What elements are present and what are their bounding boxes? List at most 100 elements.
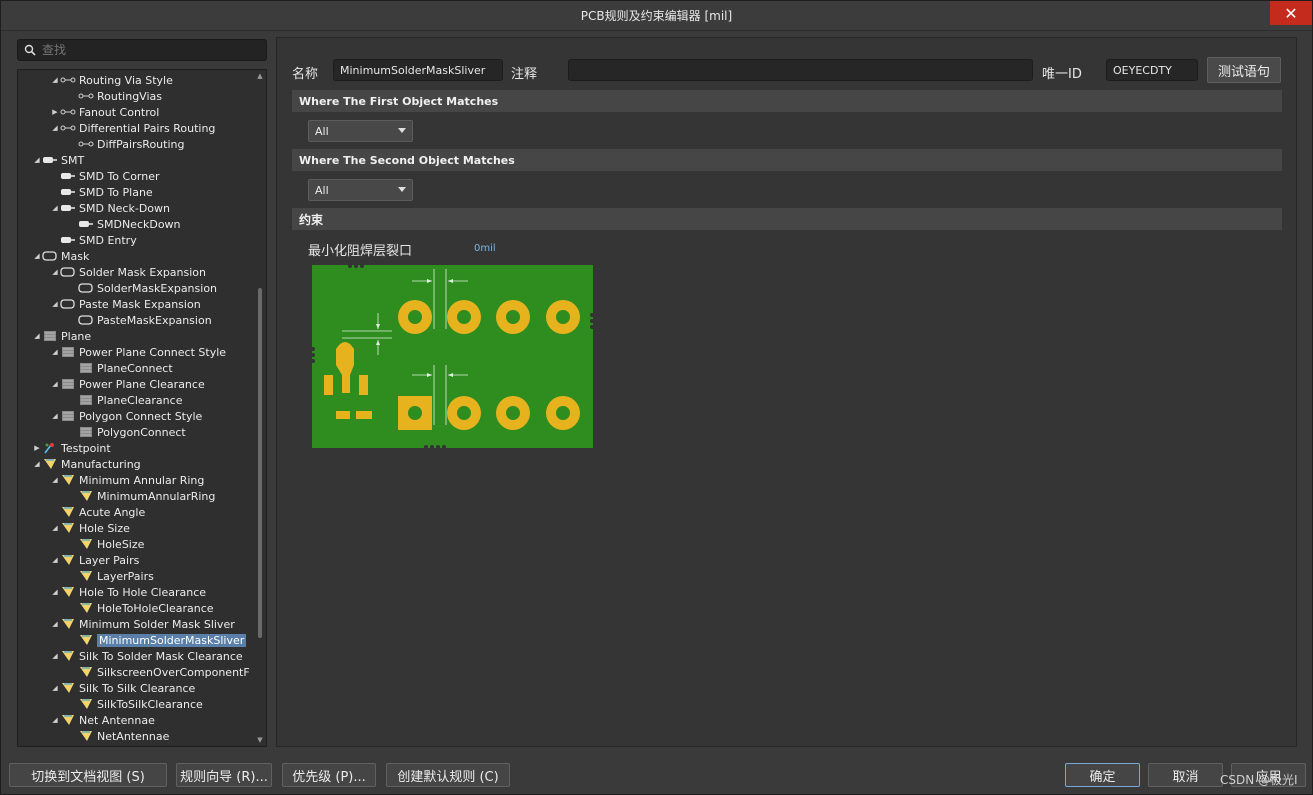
tree-item[interactable]: MinimumSolderMaskSliver bbox=[68, 632, 247, 648]
tree-item[interactable]: SolderMaskExpansion bbox=[68, 280, 217, 296]
tree-item[interactable]: ◢ Polygon Connect Style bbox=[50, 408, 202, 424]
tree-item[interactable]: ◢ Differential Pairs Routing bbox=[50, 120, 215, 136]
tree-item[interactable]: ◢ Power Plane Connect Style bbox=[50, 344, 226, 360]
collapse-arrow-icon[interactable]: ◢ bbox=[50, 124, 60, 132]
constraints-header: 约束 bbox=[292, 208, 1282, 230]
tree-item[interactable]: ◢ Minimum Solder Mask Sliver bbox=[50, 616, 234, 632]
collapse-arrow-icon[interactable]: ◢ bbox=[50, 412, 60, 420]
collapse-arrow-icon[interactable]: ◢ bbox=[32, 332, 42, 340]
collapse-arrow-icon[interactable]: ◢ bbox=[50, 652, 60, 660]
tree-item[interactable]: ◢ Mask bbox=[32, 248, 89, 264]
tree-item-label: PolygonConnect bbox=[97, 425, 186, 439]
close-button[interactable]: ✕ bbox=[1270, 1, 1312, 25]
ok-button[interactable]: 确定 bbox=[1065, 763, 1140, 787]
tree-item[interactable]: SilkToSilkClearance bbox=[68, 696, 203, 712]
constraint-value[interactable]: 0mil bbox=[474, 243, 496, 254]
collapse-arrow-icon[interactable]: ◢ bbox=[50, 268, 60, 276]
tree-item[interactable]: ◢ Silk To Silk Clearance bbox=[50, 680, 195, 696]
tree-item[interactable]: ◢ Manufacturing bbox=[32, 456, 141, 472]
tree-item[interactable]: NetAntennae bbox=[68, 728, 169, 744]
search-input[interactable] bbox=[42, 43, 242, 57]
tree-item-label: MinimumSolderMaskSliver bbox=[97, 633, 247, 647]
tree-item[interactable]: SilkscreenOverComponentF bbox=[68, 664, 250, 680]
scroll-down-icon[interactable]: ▼ bbox=[256, 736, 264, 744]
rule-wizard-button[interactable]: 规则向导 (R)... bbox=[176, 763, 272, 787]
tree-item[interactable]: LayerPairs bbox=[68, 568, 154, 584]
tree-item[interactable]: ◢ SMT bbox=[32, 152, 84, 168]
tree-item[interactable]: HoleToHoleClearance bbox=[68, 600, 214, 616]
manufacturing-icon bbox=[60, 522, 76, 534]
tree-item[interactable]: ◢ Paste Mask Expansion bbox=[50, 296, 200, 312]
search-box[interactable] bbox=[17, 39, 267, 61]
tree-item[interactable]: ▶ Fanout Control bbox=[50, 104, 159, 120]
create-default-rules-button[interactable]: 创建默认规则 (C) bbox=[386, 763, 510, 787]
collapse-arrow-icon[interactable]: ◢ bbox=[50, 620, 60, 628]
switch-document-view-button[interactable]: 切换到文档视图 (S) bbox=[9, 763, 167, 787]
expand-arrow-icon[interactable]: ▶ bbox=[50, 108, 60, 116]
tree-item[interactable]: SMDNeckDown bbox=[68, 216, 181, 232]
collapse-arrow-icon[interactable]: ◢ bbox=[50, 524, 60, 532]
collapse-arrow-icon[interactable]: ◢ bbox=[50, 716, 60, 724]
comment-input[interactable] bbox=[568, 59, 1033, 81]
collapse-arrow-icon[interactable]: ◢ bbox=[32, 252, 42, 260]
collapse-arrow-icon[interactable]: ◢ bbox=[50, 588, 60, 596]
second-match-dropdown[interactable]: All bbox=[308, 179, 413, 201]
tree-item[interactable]: ◢ Layer Pairs bbox=[50, 552, 139, 568]
collapse-arrow-icon[interactable]: ◢ bbox=[32, 156, 42, 164]
collapse-arrow-icon[interactable]: ◢ bbox=[50, 300, 60, 308]
tree-item[interactable]: ◢ Hole To Hole Clearance bbox=[50, 584, 206, 600]
tree-item[interactable]: PolygonConnect bbox=[68, 424, 186, 440]
tree-item[interactable]: ◢ Net Antennae bbox=[50, 712, 155, 728]
tree-item[interactable]: ◢ Plane bbox=[32, 328, 91, 344]
tree-item[interactable]: PasteMaskExpansion bbox=[68, 312, 212, 328]
collapse-arrow-icon[interactable]: ◢ bbox=[32, 460, 42, 468]
expand-arrow-icon[interactable]: ▶ bbox=[32, 444, 42, 452]
rules-tree[interactable]: ▲ ▼ ◢ Routing Via Style RoutingVias ▶ Fanout… bbox=[17, 69, 267, 747]
tree-item[interactable]: PlaneConnect bbox=[68, 360, 173, 376]
plane-icon bbox=[78, 362, 94, 374]
tree-item[interactable]: SMD Entry bbox=[50, 232, 137, 248]
tree-item[interactable]: ◢ Solder Mask Expansion bbox=[50, 264, 206, 280]
tree-item[interactable]: PlaneClearance bbox=[68, 392, 182, 408]
tree-item[interactable]: RoutingVias bbox=[68, 88, 162, 104]
tree-item[interactable]: ◢ SMD Neck-Down bbox=[50, 200, 170, 216]
first-match-value: All bbox=[315, 124, 329, 138]
smt-icon bbox=[42, 154, 58, 166]
tree-item[interactable]: DiffPairsRouting bbox=[68, 136, 184, 152]
cancel-button[interactable]: 取消 bbox=[1148, 763, 1223, 787]
scroll-up-icon[interactable]: ▲ bbox=[256, 72, 264, 80]
tree-item[interactable]: ◢ Hole Size bbox=[50, 520, 130, 536]
first-match-dropdown[interactable]: All bbox=[308, 120, 413, 142]
collapse-arrow-icon[interactable]: ◢ bbox=[50, 76, 60, 84]
tree-item[interactable]: MinimumAnnularRing bbox=[68, 488, 215, 504]
collapse-arrow-icon[interactable]: ◢ bbox=[50, 556, 60, 564]
test-query-button[interactable]: 测试语句 bbox=[1207, 57, 1281, 83]
collapse-arrow-icon[interactable]: ◢ bbox=[50, 348, 60, 356]
scroll-thumb[interactable] bbox=[258, 288, 262, 638]
tree-scrollbar[interactable]: ▲ ▼ bbox=[256, 72, 264, 744]
tree-item-label: Manufacturing bbox=[61, 457, 141, 471]
plane-icon bbox=[60, 378, 76, 390]
collapse-arrow-icon[interactable]: ◢ bbox=[50, 476, 60, 484]
tree-item[interactable]: ◢ Power Plane Clearance bbox=[50, 376, 205, 392]
uid-label: 唯一ID bbox=[1042, 67, 1082, 82]
tree-item[interactable]: ◢ Minimum Annular Ring bbox=[50, 472, 204, 488]
collapse-arrow-icon[interactable]: ◢ bbox=[50, 684, 60, 692]
tree-item-label: PasteMaskExpansion bbox=[97, 313, 212, 327]
tree-item[interactable]: Acute Angle bbox=[50, 504, 145, 520]
tree-item[interactable]: ▶ Testpoint bbox=[32, 440, 110, 456]
rule-name-input[interactable] bbox=[333, 59, 503, 81]
tree-item[interactable]: SMD To Plane bbox=[50, 184, 153, 200]
collapse-arrow-icon[interactable]: ◢ bbox=[50, 204, 60, 212]
priority-button[interactable]: 优先级 (P)... bbox=[282, 763, 376, 787]
tree-item[interactable]: SMD To Corner bbox=[50, 168, 160, 184]
tree-item-label: Power Plane Clearance bbox=[79, 377, 205, 391]
tree-item[interactable]: HoleSize bbox=[68, 536, 144, 552]
tree-item[interactable]: ◢ Silk To Solder Mask Clearance bbox=[50, 648, 242, 664]
chevron-down-icon bbox=[398, 187, 406, 192]
collapse-arrow-icon[interactable]: ◢ bbox=[50, 380, 60, 388]
uid-input[interactable] bbox=[1106, 59, 1198, 81]
tree-item-label: LayerPairs bbox=[97, 569, 154, 583]
tree-item[interactable]: ◢ Routing Via Style bbox=[50, 72, 173, 88]
tree-item-label: MinimumAnnularRing bbox=[97, 489, 216, 503]
